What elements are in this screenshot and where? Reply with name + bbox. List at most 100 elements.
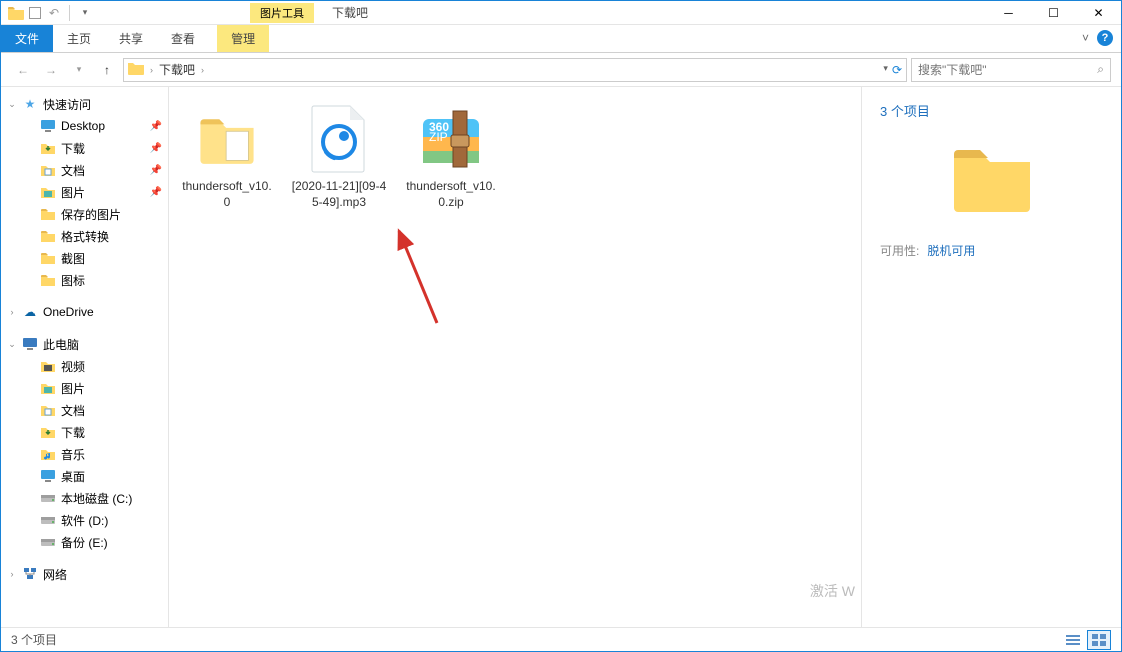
sidebar-item[interactable]: Desktop📌 <box>1 115 168 137</box>
sidebar-item[interactable]: 图标 <box>1 269 168 291</box>
sidebar-item-label: 保存的图片 <box>61 206 162 223</box>
sidebar-item-label: Desktop <box>61 119 146 133</box>
chevron-right-icon[interactable]: › <box>7 569 17 579</box>
chevron-right-icon[interactable]: › <box>150 65 153 75</box>
breadcrumb-item[interactable]: 下载吧 <box>159 61 195 78</box>
availability-value: 脱机可用 <box>927 242 975 259</box>
details-pane: 3 个项目 可用性: 脱机可用 <box>861 87 1121 627</box>
minimize-button[interactable]: ─ <box>986 1 1031 25</box>
maximize-button[interactable]: ☐ <box>1031 1 1076 25</box>
pics-icon <box>39 184 57 200</box>
tab-home[interactable]: 主页 <box>53 25 105 52</box>
address-dropdown-icon[interactable]: ▾ <box>883 63 888 77</box>
desktop-icon <box>39 468 57 484</box>
search-icon[interactable]: ⌕ <box>1097 62 1104 77</box>
mp3-icon <box>301 101 377 177</box>
tab-manage[interactable]: 管理 <box>217 25 269 52</box>
forward-button[interactable]: → <box>39 58 63 82</box>
sidebar-item[interactable]: 备份 (E:) <box>1 531 168 553</box>
tab-share[interactable]: 共享 <box>105 25 157 52</box>
sidebar-item-label: 图片 <box>61 184 146 201</box>
chevron-down-icon[interactable]: ⌄ <box>7 99 17 110</box>
details-view-button[interactable] <box>1061 630 1085 650</box>
network-label: 网络 <box>43 566 162 583</box>
help-icon[interactable]: ? <box>1097 30 1113 46</box>
pc-icon <box>21 336 39 352</box>
network-item[interactable]: › 网络 <box>1 563 168 585</box>
tab-view[interactable]: 查看 <box>157 25 209 52</box>
pin-icon: 📌 <box>150 143 162 154</box>
recent-dropdown-icon[interactable]: ▾ <box>67 58 91 82</box>
chevron-right-icon[interactable]: › <box>201 65 204 75</box>
sidebar-item-label: 格式转换 <box>61 228 162 245</box>
folder-icon[interactable] <box>7 4 25 22</box>
onedrive-item[interactable]: › ☁ OneDrive <box>1 301 168 323</box>
zip-icon: 360ZIP <box>413 101 489 177</box>
back-button[interactable]: ← <box>11 58 35 82</box>
sidebar-item[interactable]: 格式转换 <box>1 225 168 247</box>
sidebar-item-label: 图片 <box>61 380 162 397</box>
up-button[interactable]: ↑ <box>95 58 119 82</box>
quick-access-label: 快速访问 <box>43 96 162 113</box>
file-item[interactable]: thundersoft_v10.0 <box>177 101 277 210</box>
svg-text:ZIP: ZIP <box>429 130 448 144</box>
search-box[interactable]: ⌕ <box>911 58 1111 82</box>
file-item[interactable]: 360ZIPthundersoft_v10.0.zip <box>401 101 501 210</box>
chevron-down-icon[interactable]: ⌄ <box>7 339 17 350</box>
this-pc-header[interactable]: ⌄ 此电脑 <box>1 333 168 355</box>
sidebar-item-label: 备份 (E:) <box>61 534 162 551</box>
sidebar-item[interactable]: 图片 <box>1 377 168 399</box>
sidebar-item[interactable]: 保存的图片 <box>1 203 168 225</box>
sidebar-item-label: 文档 <box>61 162 146 179</box>
sidebar-item[interactable]: 下载📌 <box>1 137 168 159</box>
music-icon <box>39 446 57 462</box>
sidebar-item-label: 图标 <box>61 272 162 289</box>
docs-icon <box>39 402 57 418</box>
sidebar-item[interactable]: 图片 📌 <box>1 181 168 203</box>
desktop-icon <box>39 118 57 134</box>
pin-icon: 📌 <box>150 187 162 198</box>
ribbon-expand-icon[interactable]: ˅ <box>1082 31 1089 45</box>
checkbox-icon[interactable] <box>29 7 41 19</box>
pics-icon <box>39 380 57 396</box>
address-bar[interactable]: › 下载吧 › ▾ ⟳ <box>123 58 907 82</box>
window-controls: ─ ☐ ✕ <box>986 1 1121 25</box>
window-title: 下载吧 <box>332 4 368 21</box>
tab-file[interactable]: 文件 <box>1 25 53 52</box>
refresh-icon[interactable]: ⟳ <box>892 63 902 77</box>
navigation-pane: ⌄ ★ 快速访问 Desktop📌下载📌文档📌图片📌保存的图片格式转换截图图标 … <box>1 87 169 627</box>
sidebar-item[interactable]: 视频 <box>1 355 168 377</box>
undo-icon[interactable]: ↶ <box>45 4 63 22</box>
availability-label: 可用性: <box>880 242 919 259</box>
file-list[interactable]: thundersoft_v10.0 [2020-11-21][09-45-49].… <box>169 87 861 627</box>
folder-icon <box>39 228 57 244</box>
folder-icon <box>39 272 57 288</box>
sidebar-item[interactable]: 本地磁盘 (C:) <box>1 487 168 509</box>
titlebar: ↶ ▾ 图片工具 下载吧 ─ ☐ ✕ <box>1 1 1121 25</box>
sidebar-item[interactable]: 下载 <box>1 421 168 443</box>
quick-access-toolbar: ↶ ▾ <box>1 4 100 22</box>
chevron-right-icon[interactable]: › <box>7 307 17 317</box>
sidebar-item[interactable]: 软件 (D:) <box>1 509 168 531</box>
sidebar-item-label: 音乐 <box>61 446 162 463</box>
icons-view-button[interactable] <box>1087 630 1111 650</box>
folder-icon <box>189 101 265 177</box>
qat-dropdown-icon[interactable]: ▾ <box>76 4 94 22</box>
sidebar-item[interactable]: 桌面 <box>1 465 168 487</box>
file-name: [2020-11-21][09-45-49].mp3 <box>289 179 389 210</box>
annotation-arrow <box>387 223 447 333</box>
folder-icon <box>950 140 1034 224</box>
sidebar-item[interactable]: 音乐 <box>1 443 168 465</box>
quick-access-header[interactable]: ⌄ ★ 快速访问 <box>1 93 168 115</box>
sidebar-item[interactable]: 截图 <box>1 247 168 269</box>
folder-icon <box>39 206 57 222</box>
search-input[interactable] <box>918 63 1097 77</box>
sidebar-item-label: 下载 <box>61 424 162 441</box>
sidebar-item-label: 桌面 <box>61 468 162 485</box>
drive-icon <box>39 512 57 528</box>
sidebar-item[interactable]: 文档 <box>1 399 168 421</box>
file-item[interactable]: [2020-11-21][09-45-49].mp3 <box>289 101 389 210</box>
close-button[interactable]: ✕ <box>1076 1 1121 25</box>
network-icon <box>21 566 39 582</box>
sidebar-item[interactable]: 文档📌 <box>1 159 168 181</box>
